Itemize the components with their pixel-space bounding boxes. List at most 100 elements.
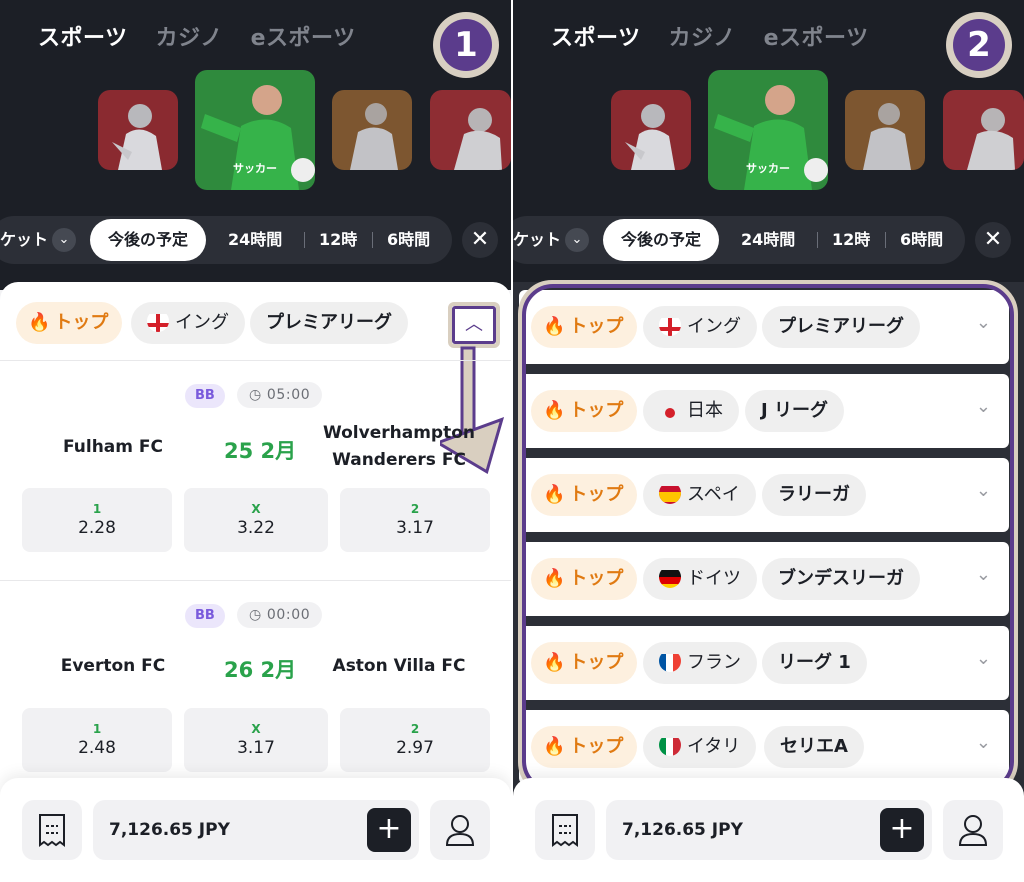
step-number: 1 [440,19,492,71]
odd-away[interactable]: 2 2.97 [340,708,490,772]
filter-12h[interactable]: 12時 [319,216,357,264]
tab-casino[interactable]: カジノ [156,20,223,52]
away-team[interactable]: Wolverhampton Wanderers FC [320,420,478,474]
time-label: 05:00 [266,387,311,403]
time-badge: ◷ 05:00 [237,382,323,408]
chip-top[interactable]: 🔥 トップ [16,302,123,344]
filter-upcoming[interactable]: 今後の予定 [603,219,720,261]
home-team[interactable]: Fulham FC [38,434,188,461]
bottom-bar: 7,126.65 JPY + [513,778,1024,882]
highlight-frame-inner [522,284,1014,792]
odd-value: 2.97 [396,738,434,758]
filter-divider [372,232,373,248]
filter-24h[interactable]: 24時間 [741,216,795,264]
soccer-caption: サッカー [746,162,790,175]
user-icon [958,815,988,846]
odd-value: 3.17 [237,738,275,758]
bottom-bar: 7,126.65 JPY + [0,778,511,882]
deposit-button[interactable]: + [880,808,924,852]
chip-league-premier[interactable]: プレミアリーグ [250,302,408,344]
time-label: 00:00 [266,607,311,623]
sport-thumb-other[interactable] [943,90,1024,170]
away-team[interactable]: Aston Villa FC [320,653,478,680]
step-number: 2 [953,19,1005,71]
betslip-button[interactable] [22,800,82,860]
ticket-icon [552,814,578,847]
screen-step-2: スポーツ カジノ eスポーツ 2 サッカー ケット ⌄ 今後の予定 24時間 1… [513,0,1024,882]
main-tabs: スポーツ カジノ eスポーツ [38,20,356,52]
filter-prev-label[interactable]: ケット [0,216,48,264]
tab-sports[interactable]: スポーツ [551,20,641,52]
odd-value: 2.48 [78,738,116,758]
betslip-button[interactable] [535,800,595,860]
sport-thumb-american-football[interactable] [98,90,178,170]
time-badge: ◷ 00:00 [237,602,323,628]
sport-thumb-soccer[interactable]: サッカー [195,70,315,190]
close-icon[interactable]: ✕ [462,222,498,258]
chip-country-england[interactable]: イング [131,302,245,344]
home-team[interactable]: Everton FC [38,653,188,680]
odd-label: 1 [92,722,102,736]
chip-top-label: トップ [54,312,109,333]
odd-label: X [251,722,261,736]
filter-24h[interactable]: 24時間 [228,216,282,264]
sport-thumb-soccer[interactable]: サッカー [708,70,828,190]
sport-thumb-american-football[interactable] [611,90,691,170]
sport-thumb-baseball[interactable] [845,90,925,170]
odd-draw[interactable]: X 3.22 [184,488,328,552]
bet-builder-badge: BB [185,604,225,628]
odd-label: 1 [92,502,102,516]
odd-home[interactable]: 1 2.48 [22,708,172,772]
chevron-down-icon[interactable]: ⌄ [565,228,589,252]
account-button[interactable] [943,800,1003,860]
user-icon [445,815,475,846]
divider [0,360,511,361]
sport-thumb-other[interactable] [430,90,511,170]
balance-amount: 7,126.65 JPY [622,820,743,840]
main-tabs: スポーツ カジノ eスポーツ [551,20,869,52]
sport-thumb-baseball[interactable] [332,90,412,170]
balance-box[interactable]: 7,126.65 JPY + [606,800,932,860]
chevron-down-icon[interactable]: ⌄ [52,228,76,252]
tab-esports[interactable]: eスポーツ [251,20,356,52]
filter-divider [304,232,305,248]
filter-12h[interactable]: 12時 [832,216,870,264]
odd-label: X [251,502,261,516]
screen-step-1: スポーツ カジノ eスポーツ 1 サッカー ケット ⌄ 今後の予定 24時間 1… [0,0,511,882]
filter-6h[interactable]: 6時間 [900,216,943,264]
match-date: 25 2月 [224,439,297,463]
balance-amount: 7,126.65 JPY [109,820,230,840]
odd-home[interactable]: 1 2.28 [22,488,172,552]
time-filter-bar: ケット ⌄ 今後の予定 24時間 12時 6時間 [0,216,452,264]
odd-draw[interactable]: X 3.17 [184,708,328,772]
chip-country-label: イング [175,312,229,333]
filter-upcoming[interactable]: 今後の予定 [90,219,207,261]
filter-6h[interactable]: 6時間 [387,216,430,264]
balance-box[interactable]: 7,126.65 JPY + [93,800,419,860]
close-icon[interactable]: ✕ [975,222,1011,258]
match-date: 26 2月 [224,658,297,682]
tab-sports[interactable]: スポーツ [38,20,128,52]
odd-away[interactable]: 2 3.17 [340,488,490,552]
timer-icon: ◷ [249,387,267,403]
filter-prev-label[interactable]: ケット [513,216,561,264]
odd-value: 3.17 [396,518,434,538]
odd-label: 2 [410,502,420,516]
filter-divider [885,232,886,248]
soccer-caption: サッカー [233,162,277,175]
time-filter-bar: ケット ⌄ 今後の予定 24時間 12時 6時間 [513,216,965,264]
flame-icon: 🔥 [28,312,51,333]
odd-value: 2.28 [78,518,116,538]
chevron-up-icon[interactable]: ︿ [452,306,496,344]
bet-builder-badge: BB [185,384,225,408]
england-flag-icon [147,310,169,332]
timer-icon: ◷ [249,607,267,623]
filter-divider [817,232,818,248]
odd-label: 2 [410,722,420,736]
step-marker: 2 [946,12,1012,78]
account-button[interactable] [430,800,490,860]
tab-esports[interactable]: eスポーツ [764,20,869,52]
tab-casino[interactable]: カジノ [669,20,736,52]
deposit-button[interactable]: + [367,808,411,852]
highlight-frame [518,280,1018,796]
